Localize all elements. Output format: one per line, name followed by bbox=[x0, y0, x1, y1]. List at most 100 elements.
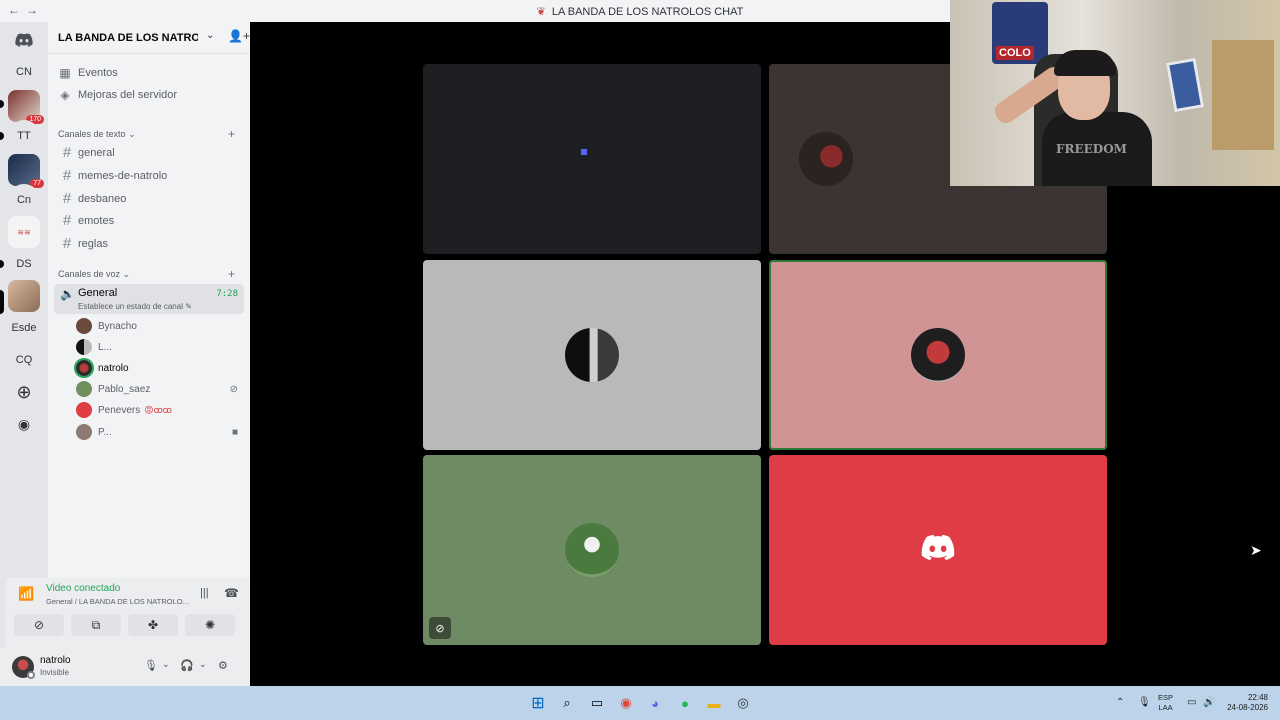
camera-off-button[interactable]: ⊘ bbox=[14, 614, 64, 636]
voice-channels-category[interactable]: Canales de voz ⌄ + bbox=[58, 267, 235, 281]
headphones-icon[interactable]: 🎧 bbox=[180, 659, 194, 672]
voice-user[interactable]: Bynacho bbox=[76, 316, 242, 336]
guild-cn[interactable]: CN bbox=[8, 56, 40, 88]
add-server-icon[interactable]: ⊕ bbox=[8, 376, 40, 408]
hash-icon: # bbox=[62, 190, 72, 207]
camera-off-icon: ⊘ bbox=[33, 618, 45, 632]
streamer-hair bbox=[1054, 50, 1116, 76]
add-voice-channel-icon[interactable]: + bbox=[228, 267, 235, 281]
channel-reglas[interactable]: # reglas bbox=[56, 233, 242, 254]
voice-user[interactable]: P... ■ bbox=[76, 422, 242, 442]
volume-icon[interactable]: 🔊 bbox=[1203, 697, 1215, 708]
guild-avatar-selected[interactable] bbox=[8, 280, 40, 312]
noise-suppression-icon[interactable]: ||| bbox=[200, 587, 209, 599]
microphone-icon[interactable]: 🎙 bbox=[144, 659, 158, 672]
gear-icon[interactable]: ⚙ bbox=[218, 659, 228, 672]
voice-status-subtitle: General / LA BANDA DE LOS NATROLO... bbox=[46, 597, 189, 606]
channel-status[interactable]: Establece un estado de canal ✎ bbox=[78, 302, 192, 311]
avatar bbox=[565, 328, 619, 382]
hash-icon: # bbox=[62, 235, 72, 252]
video-tile[interactable]: ⊘ bbox=[423, 455, 761, 645]
muted-icon: ⊘ bbox=[429, 617, 451, 639]
channel-general[interactable]: # general bbox=[56, 142, 242, 163]
video-tile[interactable] bbox=[423, 64, 761, 254]
invisible-status-dot bbox=[27, 671, 35, 679]
signal-icon[interactable]: 📶 bbox=[18, 586, 34, 602]
spotify-icon[interactable]: ● bbox=[675, 693, 695, 713]
taskbar: ⊞ ⌕ ▭ ◉ ◕ ● ▬ ◎ ⌃ 🎙 ESP LAA ▭ 🔊 22:48 24-0… bbox=[0, 686, 1280, 720]
server-boost-item[interactable]: ◈ Mejoras del servidor bbox=[56, 85, 242, 105]
discord-home-icon[interactable] bbox=[8, 24, 40, 56]
guild-avatar-2[interactable]: 77 bbox=[8, 154, 44, 188]
network-icon[interactable]: ▭ bbox=[1187, 697, 1196, 708]
chrome-icon[interactable]: ◉ bbox=[616, 693, 636, 713]
voice-user[interactable]: Penevers 😡ꝏꝏ bbox=[76, 400, 242, 420]
chevron-down-icon[interactable]: ⌄ bbox=[162, 659, 170, 670]
voice-user[interactable]: L... bbox=[76, 337, 242, 357]
language-indicator[interactable]: ESP LAA bbox=[1158, 693, 1173, 713]
soundboard-button[interactable]: ✺ bbox=[185, 614, 235, 636]
file-explorer-icon[interactable]: ▬ bbox=[704, 693, 724, 713]
channel-emotes[interactable]: # emotes bbox=[56, 210, 242, 231]
channel-memes[interactable]: # memes-de-natrolo bbox=[56, 165, 242, 186]
video-tile-speaking[interactable] bbox=[769, 260, 1107, 450]
server-name: LA BANDA DE LOS NATROL... bbox=[58, 32, 198, 44]
text-channels-category[interactable]: Canales de texto ⌄ + bbox=[58, 127, 235, 141]
guild-ds[interactable]: DS bbox=[8, 248, 40, 280]
events-item[interactable]: ▦ Eventos bbox=[56, 63, 242, 83]
guild-tt[interactable]: TT bbox=[8, 120, 40, 152]
discover-icon[interactable]: ◉ bbox=[8, 408, 40, 440]
unread-pill bbox=[0, 260, 4, 268]
mouse-cursor-icon: ➤ bbox=[1250, 542, 1262, 558]
search-icon[interactable]: ⌕ bbox=[557, 693, 577, 713]
guild-esde[interactable]: Esde bbox=[8, 312, 40, 344]
guild-cn-lower[interactable]: Cn bbox=[8, 184, 40, 216]
avatar bbox=[76, 339, 92, 355]
task-view-icon[interactable]: ▭ bbox=[587, 693, 607, 713]
screen-share-button[interactable]: ⧉ bbox=[71, 614, 121, 636]
disconnect-icon[interactable]: ☎ bbox=[224, 586, 239, 600]
camera-icon: ■ bbox=[231, 426, 238, 438]
chevron-down-icon[interactable]: ⌄ bbox=[199, 659, 207, 670]
shirt-text: FREEDOM bbox=[1056, 142, 1127, 156]
guild-cq[interactable]: CQ bbox=[8, 344, 40, 376]
voice-channel-general[interactable]: 🔈 General Establece un estado de canal ✎… bbox=[54, 284, 244, 314]
wall-map bbox=[1212, 40, 1274, 150]
username[interactable]: natrolo bbox=[40, 655, 71, 666]
avatar bbox=[565, 523, 619, 577]
video-tile[interactable] bbox=[423, 260, 761, 450]
tray-chevron-icon[interactable]: ⌃ bbox=[1116, 697, 1124, 708]
video-tile[interactable] bbox=[769, 455, 1107, 645]
start-icon[interactable]: ⊞ bbox=[528, 693, 548, 713]
avatar bbox=[76, 360, 92, 376]
hash-icon: # bbox=[62, 212, 72, 229]
voice-status-title[interactable]: Video conectado bbox=[46, 583, 120, 594]
user-status: Invisible bbox=[40, 668, 69, 677]
guild-avatar-1[interactable]: 170 bbox=[8, 90, 44, 124]
server-header[interactable]: LA BANDA DE LOS NATROL... ⌄ 👤+ bbox=[48, 22, 250, 54]
invite-people-icon[interactable]: 👤+ bbox=[228, 29, 250, 43]
discord-logo-icon bbox=[921, 534, 955, 566]
obs-icon[interactable]: ◎ bbox=[733, 693, 753, 713]
voice-timer: 7:28 bbox=[216, 289, 238, 299]
add-text-channel-icon[interactable]: + bbox=[228, 127, 235, 141]
voice-user[interactable]: natrolo bbox=[76, 358, 242, 378]
guild-avatar-3[interactable]: ≋≋ bbox=[8, 216, 40, 248]
user-panel: natrolo Invisible 🎙 ⌄ 🎧 ⌄ ⚙ bbox=[0, 648, 250, 688]
voice-user[interactable]: Pablo_saez ⊘ bbox=[76, 379, 242, 399]
avatar bbox=[76, 381, 92, 397]
channel-desbaneo[interactable]: # desbaneo bbox=[56, 188, 242, 209]
boost-icon: ◈ bbox=[60, 88, 70, 102]
tray-mic-icon[interactable]: 🎙 bbox=[1138, 697, 1151, 708]
discord-taskbar-icon[interactable]: ◕ bbox=[645, 693, 665, 713]
deafened-icon: ⊘ bbox=[229, 383, 238, 395]
activities-button[interactable]: ✤ bbox=[128, 614, 178, 636]
guild-logo-icon: ≋≋ bbox=[17, 227, 31, 237]
avatar bbox=[799, 132, 853, 186]
avatar bbox=[76, 402, 92, 418]
unread-pill bbox=[0, 100, 4, 108]
voice-connected-panel: 📶 Video conectado General / LA BANDA DE … bbox=[6, 578, 250, 648]
wall-frame bbox=[1165, 57, 1205, 113]
clock[interactable]: 22:48 24-08-2026 bbox=[1222, 693, 1268, 713]
avatar bbox=[76, 318, 92, 334]
